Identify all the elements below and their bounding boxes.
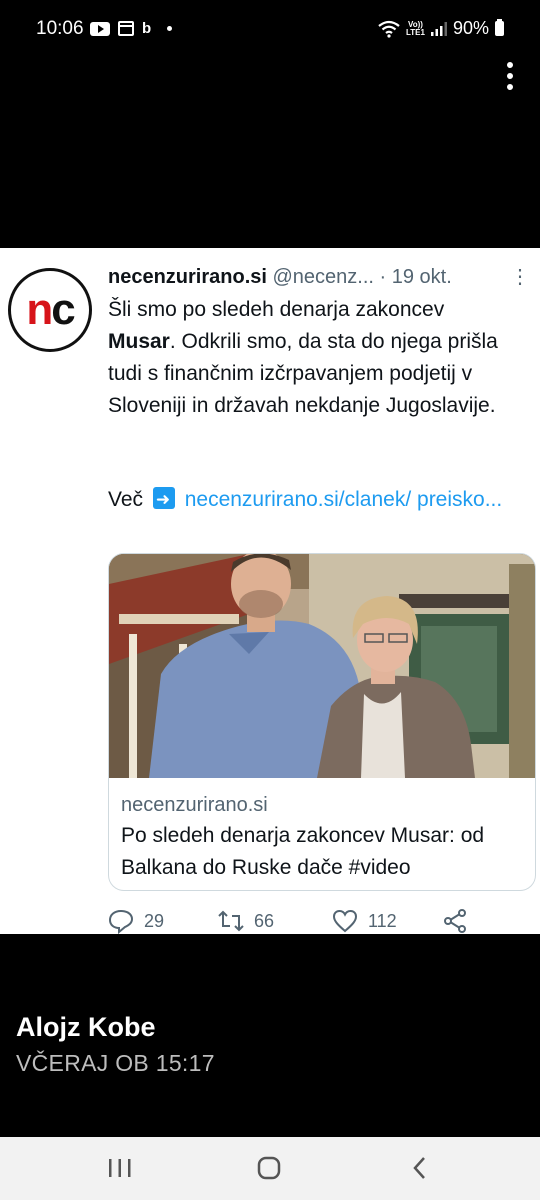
- more-label: Več: [108, 488, 144, 511]
- comment-author: Alojz Kobe: [16, 1012, 156, 1042]
- mention-bold: Musar: [108, 330, 170, 353]
- more-line: Več necenzurirano.si/clanek/ preisko...: [108, 484, 528, 516]
- navigation-bar: [0, 1137, 540, 1200]
- reply-count: 29: [144, 910, 165, 931]
- card-photo: [109, 554, 535, 778]
- like-button[interactable]: 112: [332, 908, 397, 934]
- calendar-icon: [118, 21, 134, 36]
- avatar[interactable]: nc: [8, 268, 92, 352]
- link-card[interactable]: necenzurirano.si Po sledeh denarja zakon…: [108, 553, 536, 891]
- comment-timestamp: VČERAJ OB 15:17: [16, 1050, 215, 1076]
- share-icon: [444, 909, 466, 933]
- handle-and-date: @necenz... · 19 okt.: [272, 266, 452, 288]
- right-arrow-icon: [152, 484, 175, 516]
- system-icons: Vo)) LTE1 90%: [378, 18, 504, 39]
- tweet-screenshot[interactable]: nc necenzurirano.si @necenz... · 19 okt.…: [0, 248, 540, 934]
- tweet-text: Šli smo po sledeh denarja zakoncev Musar.…: [108, 298, 498, 417]
- back-button[interactable]: [405, 1155, 435, 1181]
- more-options-icon[interactable]: [506, 62, 514, 90]
- home-button[interactable]: [254, 1155, 284, 1181]
- battery-icon: [495, 19, 504, 36]
- tweet-menu-icon[interactable]: ⋮: [510, 264, 530, 289]
- battery-percent: 90%: [452, 18, 489, 38]
- card-title: Po sledeh denarja zakoncev Musar: od Bal…: [121, 824, 485, 879]
- notification-icons: b: [90, 20, 173, 37]
- recent-apps-button[interactable]: [105, 1155, 135, 1181]
- youtube-icon: [90, 21, 110, 36]
- tweet-header: necenzurirano.si @necenz... · 19 okt.: [108, 264, 528, 290]
- wifi-icon: [378, 20, 400, 38]
- share-button[interactable]: [442, 908, 468, 934]
- like-count: 112: [368, 910, 397, 931]
- reply-icon: [108, 909, 134, 934]
- author-name[interactable]: necenzurirano.si: [108, 266, 267, 288]
- lte-icon: Vo)) LTE1: [406, 19, 425, 37]
- heart-icon: [332, 909, 358, 933]
- article-link[interactable]: necenzurirano.si/clanek/ preisko...: [185, 488, 503, 511]
- retweet-icon: [218, 910, 244, 932]
- nc-logo: nc: [26, 285, 75, 334]
- retweet-count: 66: [254, 910, 275, 931]
- tweet-actions: 29 66 112: [108, 908, 528, 934]
- b-app-icon: b: [142, 20, 152, 37]
- clock: 10:06: [36, 18, 84, 39]
- reply-button[interactable]: 29: [108, 908, 164, 934]
- card-domain: necenzurirano.si: [121, 794, 268, 816]
- signal-icon: [430, 21, 447, 36]
- retweet-button[interactable]: 66: [218, 908, 274, 934]
- status-bar: 10:06 b Vo)) LTE1 90%: [0, 0, 540, 60]
- more-notifications-dot-icon: [167, 26, 173, 31]
